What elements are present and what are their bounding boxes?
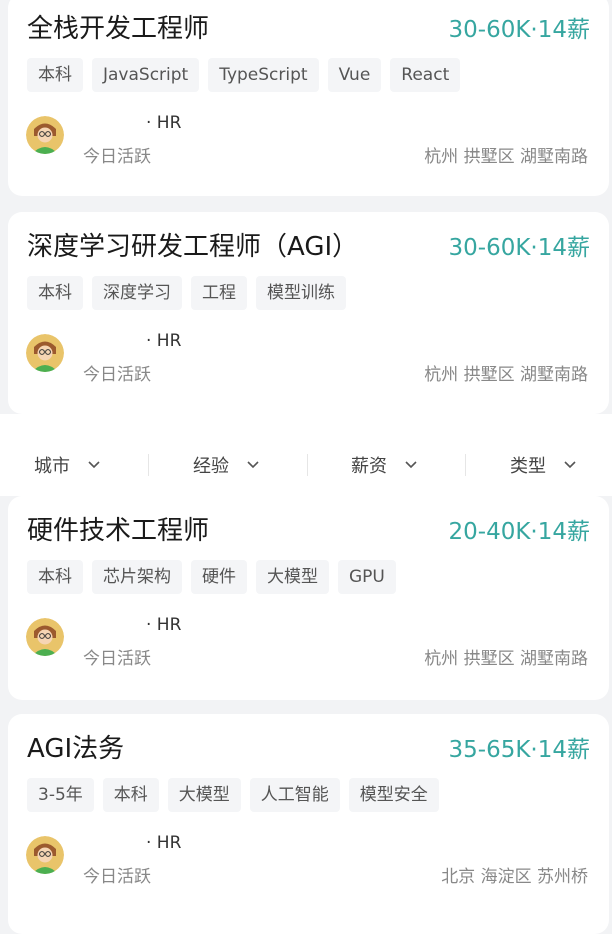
recruiter-name: · HR bbox=[146, 331, 182, 351]
tag: JavaScript bbox=[92, 58, 200, 92]
tag: 工程 bbox=[191, 276, 247, 310]
tag: 本科 bbox=[27, 276, 83, 310]
tag: React bbox=[390, 58, 461, 92]
filter-bar: 城市 经验 薪资 类型 bbox=[0, 414, 612, 496]
job-title: AGI法务 bbox=[27, 734, 125, 764]
tag: 3-5年 bbox=[27, 778, 94, 812]
tag: 深度学习 bbox=[92, 276, 182, 310]
chevron-down-icon bbox=[564, 461, 576, 469]
chevron-down-icon bbox=[247, 461, 259, 469]
tag: 本科 bbox=[27, 58, 83, 92]
active-status: 今日活跃 bbox=[83, 147, 151, 167]
chevron-down-icon bbox=[88, 461, 100, 469]
job-title: 硬件技术工程师 bbox=[27, 516, 210, 546]
tag: 人工智能 bbox=[249, 778, 340, 812]
tag: Vue bbox=[327, 58, 382, 92]
tag: 模型安全 bbox=[348, 778, 439, 812]
tag-list: 本科 JavaScript TypeScript Vue React bbox=[27, 58, 461, 92]
job-salary: 20-40K·14薪 bbox=[448, 519, 591, 545]
active-status: 今日活跃 bbox=[83, 867, 151, 887]
job-card[interactable]: AGI法务 35-65K·14薪 3-5年 本科 大模型 人工智能 模型安全 ·… bbox=[8, 714, 609, 934]
job-card[interactable]: 硬件技术工程师 20-40K·14薪 本科 芯片架构 硬件 大模型 GPU · … bbox=[8, 496, 609, 700]
job-title: 深度学习研发工程师（AGI） bbox=[27, 232, 359, 262]
divider bbox=[465, 454, 466, 476]
divider bbox=[148, 454, 149, 476]
tag: 芯片架构 bbox=[92, 560, 182, 594]
filter-salary[interactable]: 薪资 bbox=[351, 452, 417, 478]
filter-label: 类型 bbox=[510, 456, 546, 477]
filter-experience[interactable]: 经验 bbox=[193, 452, 259, 478]
tag: 模型训练 bbox=[256, 276, 346, 310]
job-title: 全栈开发工程师 bbox=[27, 14, 210, 44]
tag: GPU bbox=[338, 560, 396, 594]
recruiter-name: · HR bbox=[146, 113, 182, 133]
avatar-icon[interactable] bbox=[26, 836, 64, 874]
filter-city[interactable]: 城市 bbox=[34, 452, 100, 478]
tag: 本科 bbox=[27, 560, 83, 594]
job-location: 杭州 拱墅区 湖墅南路 bbox=[424, 649, 588, 669]
tag: 本科 bbox=[102, 778, 159, 812]
active-status: 今日活跃 bbox=[83, 649, 151, 669]
active-status: 今日活跃 bbox=[83, 365, 151, 385]
avatar-icon[interactable] bbox=[26, 116, 64, 154]
tag: 大模型 bbox=[256, 560, 329, 594]
avatar-icon[interactable] bbox=[26, 618, 64, 656]
filter-label: 薪资 bbox=[351, 456, 387, 477]
filter-label: 经验 bbox=[193, 456, 229, 477]
tag: 硬件 bbox=[191, 560, 247, 594]
job-salary: 30-60K·14薪 bbox=[448, 17, 591, 43]
filter-label: 城市 bbox=[34, 456, 70, 477]
avatar-icon[interactable] bbox=[26, 334, 64, 372]
job-salary: 35-65K·14薪 bbox=[448, 737, 591, 763]
chevron-down-icon bbox=[405, 461, 417, 469]
job-location: 北京 海淀区 苏州桥 bbox=[441, 867, 588, 887]
tag: 大模型 bbox=[167, 778, 241, 812]
recruiter-name: · HR bbox=[146, 833, 182, 853]
job-salary: 30-60K·14薪 bbox=[448, 235, 591, 261]
job-card[interactable]: 全栈开发工程师 30-60K·14薪 本科 JavaScript TypeScr… bbox=[8, 0, 609, 196]
job-location: 杭州 拱墅区 湖墅南路 bbox=[424, 147, 588, 167]
filter-type[interactable]: 类型 bbox=[510, 452, 576, 478]
job-card[interactable]: 深度学习研发工程师（AGI） 30-60K·14薪 本科 深度学习 工程 模型训… bbox=[8, 212, 609, 414]
tag-list: 3-5年 本科 大模型 人工智能 模型安全 bbox=[27, 778, 439, 812]
tag-list: 本科 芯片架构 硬件 大模型 GPU bbox=[27, 560, 396, 594]
tag: TypeScript bbox=[208, 58, 319, 92]
job-location: 杭州 拱墅区 湖墅南路 bbox=[424, 365, 588, 385]
divider bbox=[307, 454, 308, 476]
tag-list: 本科 深度学习 工程 模型训练 bbox=[27, 276, 346, 310]
recruiter-name: · HR bbox=[146, 615, 182, 635]
